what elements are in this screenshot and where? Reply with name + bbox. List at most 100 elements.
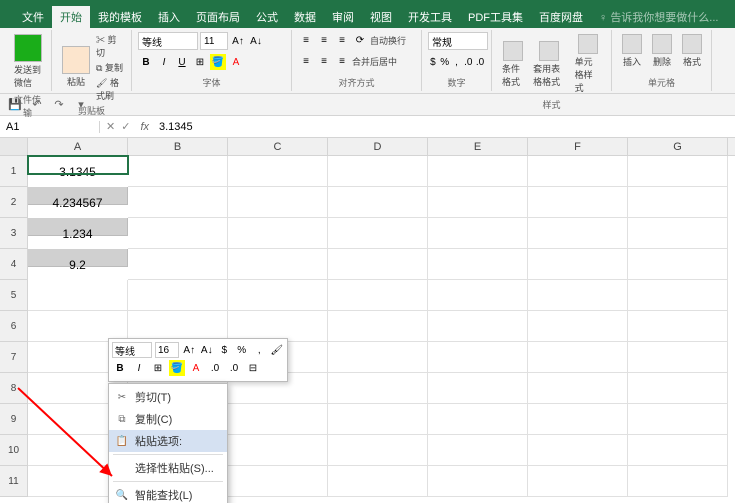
cell[interactable] — [228, 156, 328, 187]
align-left-button[interactable]: ≡ — [298, 53, 314, 69]
cell-style-button[interactable]: 单元格样式 — [571, 32, 605, 96]
mini-dec-font-icon[interactable]: A↓ — [200, 342, 215, 358]
fx-icon[interactable]: fx — [136, 121, 153, 133]
insert-cell-button[interactable]: 插入 — [618, 32, 646, 70]
cell[interactable] — [528, 218, 628, 249]
cell[interactable] — [528, 342, 628, 373]
font-color-button[interactable]: A — [228, 54, 244, 70]
fill-color-button[interactable]: 🪣 — [210, 54, 226, 70]
font-name-select[interactable] — [138, 32, 198, 50]
delete-cell-button[interactable]: 删除 — [648, 32, 676, 70]
col-header[interactable]: C — [228, 138, 328, 155]
context-menu-item[interactable]: ✂剪切(T) — [109, 386, 227, 408]
row-header[interactable]: 4 — [0, 249, 28, 280]
cell[interactable] — [528, 373, 628, 404]
table-format-button[interactable]: 套用表格格式 — [529, 39, 569, 90]
cell[interactable] — [428, 187, 528, 218]
comma-button[interactable]: , — [452, 54, 462, 70]
underline-button[interactable]: U — [174, 54, 190, 70]
row-header[interactable]: 6 — [0, 311, 28, 342]
border-button[interactable]: ⊞ — [192, 54, 208, 70]
cell[interactable] — [428, 435, 528, 466]
cell[interactable] — [228, 249, 328, 280]
cell[interactable] — [228, 280, 328, 311]
cell[interactable]: 3.1345 — [28, 156, 128, 174]
row-header[interactable]: 1 — [0, 156, 28, 187]
cell[interactable] — [328, 218, 428, 249]
cell[interactable] — [128, 187, 228, 218]
tab-home[interactable]: 开始 — [52, 6, 90, 28]
increase-font-button[interactable]: A↑ — [230, 33, 246, 49]
align-right-button[interactable]: ≡ — [334, 53, 350, 69]
cell[interactable] — [228, 187, 328, 218]
row-header[interactable]: 11 — [0, 466, 28, 497]
cell[interactable] — [428, 466, 528, 497]
cancel-formula-icon[interactable]: ✕ — [106, 120, 115, 133]
cell[interactable] — [628, 156, 728, 187]
context-menu-item[interactable]: 📋粘贴选项: — [109, 430, 227, 452]
inc-decimal-button[interactable]: .0 — [463, 54, 473, 70]
cell[interactable] — [128, 218, 228, 249]
percent-button[interactable]: % — [440, 54, 450, 70]
row-header[interactable]: 10 — [0, 435, 28, 466]
enter-formula-icon[interactable]: ✓ — [121, 120, 130, 133]
copy-button[interactable]: ⧉ 复制 — [96, 61, 125, 74]
tab-review[interactable]: 审阅 — [324, 6, 362, 28]
font-size-select[interactable] — [200, 32, 228, 50]
align-center-button[interactable]: ≡ — [316, 53, 332, 69]
align-bot-button[interactable]: ≡ — [334, 32, 350, 48]
cell[interactable] — [628, 249, 728, 280]
cell[interactable] — [528, 311, 628, 342]
mini-comma-icon[interactable]: , — [252, 342, 267, 358]
tab-insert[interactable]: 插入 — [150, 6, 188, 28]
cell[interactable] — [628, 280, 728, 311]
cell[interactable] — [328, 373, 428, 404]
cell[interactable] — [628, 466, 728, 497]
cell[interactable] — [128, 280, 228, 311]
context-menu-item[interactable]: 🔍智能查找(L) — [109, 484, 227, 503]
cell[interactable] — [628, 218, 728, 249]
row-header[interactable]: 5 — [0, 280, 28, 311]
tab-dev[interactable]: 开发工具 — [400, 6, 460, 28]
tab-template[interactable]: 我的模板 — [90, 6, 150, 28]
redo-icon[interactable]: ↷ — [52, 98, 66, 112]
cell[interactable] — [428, 404, 528, 435]
paste-button[interactable]: 粘贴 — [58, 44, 94, 90]
cell[interactable] — [428, 156, 528, 187]
cell[interactable] — [328, 156, 428, 187]
cell[interactable] — [28, 280, 128, 311]
row-header[interactable]: 3 — [0, 218, 28, 249]
cell[interactable] — [428, 311, 528, 342]
cell[interactable] — [128, 156, 228, 187]
format-cell-button[interactable]: 格式 — [678, 32, 706, 70]
cell[interactable] — [228, 466, 328, 497]
orientation-button[interactable]: ⟳ — [352, 32, 368, 48]
mini-decimal2-icon[interactable]: .0 — [226, 360, 242, 376]
cell[interactable] — [628, 435, 728, 466]
tab-formula[interactable]: 公式 — [248, 6, 286, 28]
currency-button[interactable]: $ — [428, 54, 438, 70]
cell[interactable] — [528, 435, 628, 466]
decrease-font-button[interactable]: A↓ — [248, 33, 264, 49]
mini-painter-icon[interactable]: 🖌 — [270, 342, 285, 358]
tab-pdf[interactable]: PDF工具集 — [460, 6, 531, 28]
mini-font-select[interactable] — [112, 342, 152, 358]
cell[interactable] — [528, 187, 628, 218]
cell[interactable]: 4.234567 — [28, 187, 128, 205]
cell[interactable] — [128, 249, 228, 280]
mini-currency-icon[interactable]: $ — [217, 342, 232, 358]
col-header[interactable]: A — [28, 138, 128, 155]
cond-format-button[interactable]: 条件格式 — [498, 39, 527, 90]
tab-data[interactable]: 数据 — [286, 6, 324, 28]
cell[interactable] — [528, 156, 628, 187]
align-top-button[interactable]: ≡ — [298, 32, 314, 48]
cell[interactable] — [228, 218, 328, 249]
context-menu-item[interactable]: 选择性粘贴(S)... — [109, 457, 227, 479]
tab-layout[interactable]: 页面布局 — [188, 6, 248, 28]
mini-border-icon[interactable]: ⊞ — [150, 360, 166, 376]
cell[interactable] — [328, 280, 428, 311]
col-header[interactable]: B — [128, 138, 228, 155]
cell[interactable] — [328, 249, 428, 280]
number-format-select[interactable] — [428, 32, 488, 50]
send-wechat-button[interactable]: 发送到微信 — [10, 32, 45, 91]
